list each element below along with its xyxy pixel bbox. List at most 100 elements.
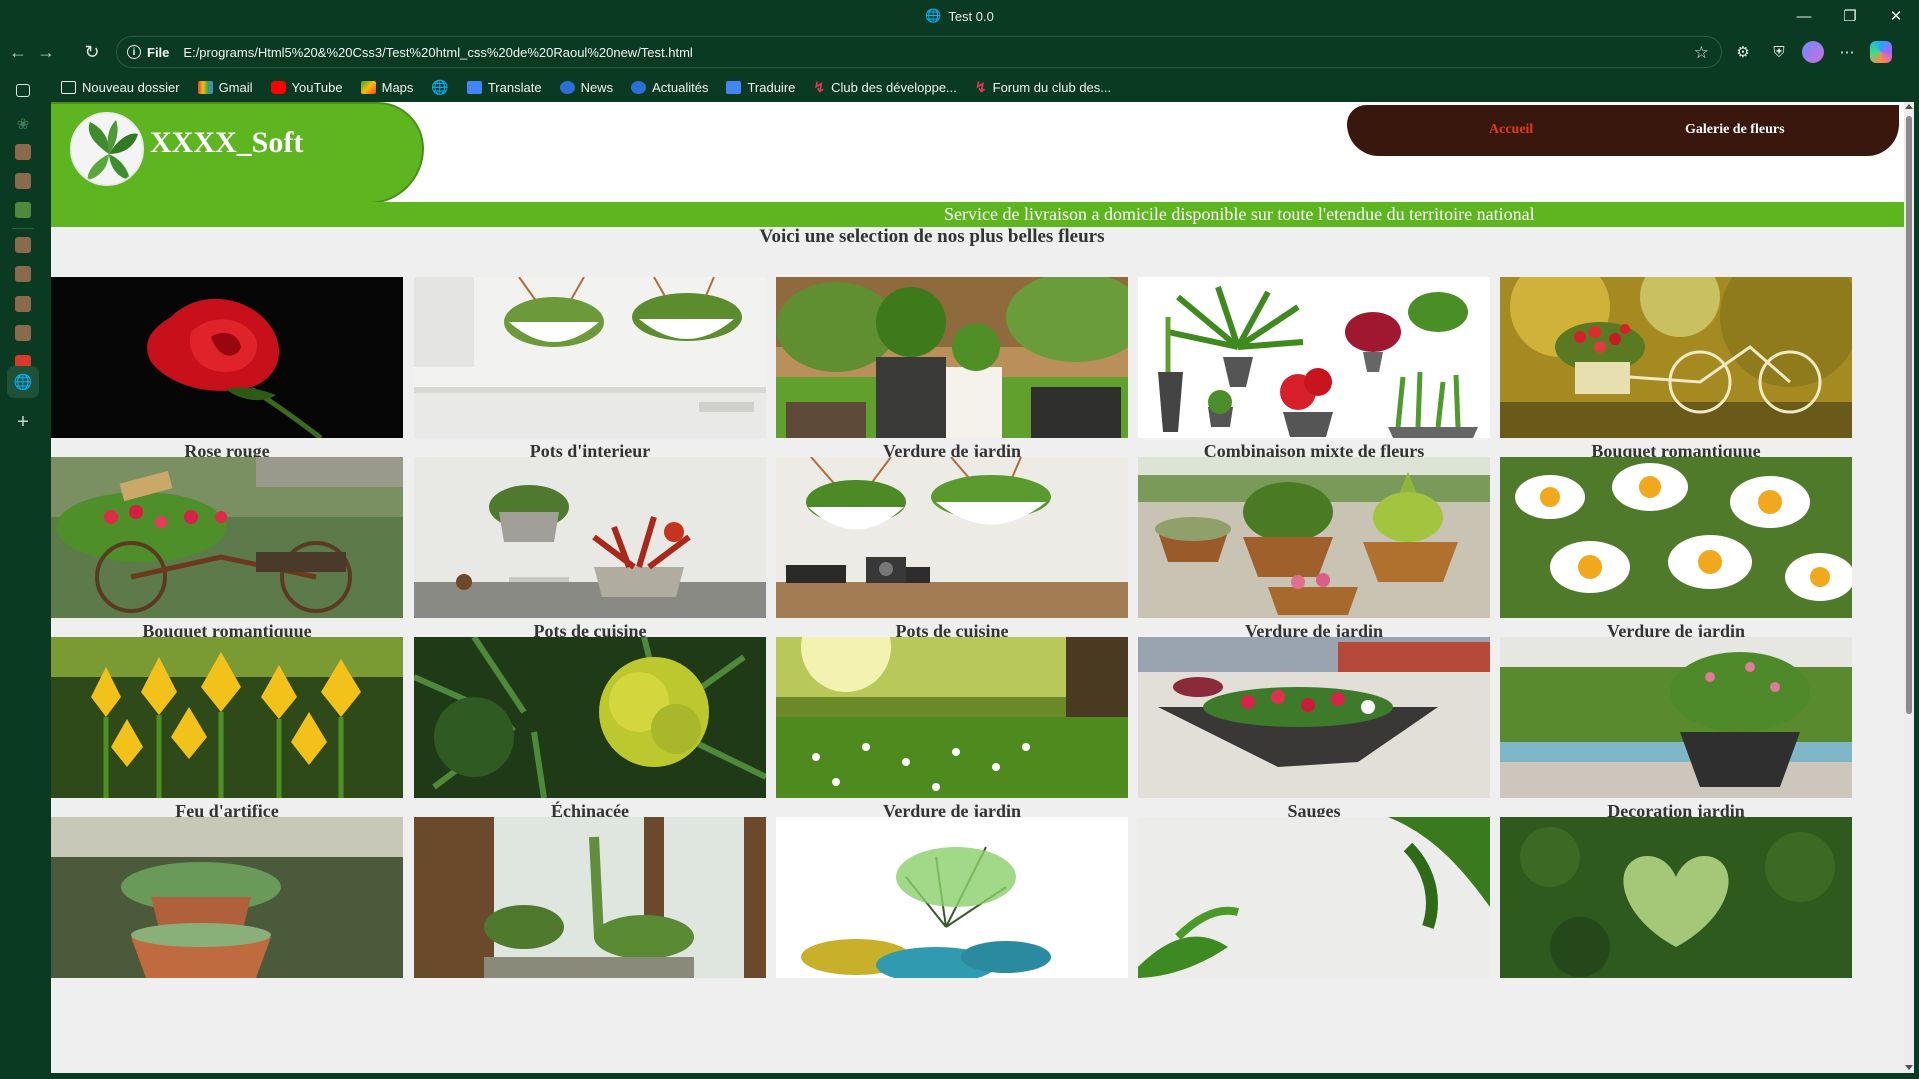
browser-titlebar: 🌐 Test 0.0 — ❐ ✕ [0,0,1919,32]
gallery-card[interactable]: Feu d'artifice [51,637,403,821]
scroll-down-icon[interactable] [1905,1065,1913,1070]
gallery-card[interactable]: Échinacée [414,637,766,821]
flower-image[interactable] [1138,817,1490,978]
flower-image[interactable] [51,457,403,618]
gallery-card[interactable] [1500,817,1852,997]
flower-image[interactable] [776,637,1128,798]
bookmark-item[interactable]: Actualités [622,72,717,102]
more-menu-icon[interactable]: ⋯ [1834,38,1860,66]
copilot-icon[interactable] [1870,41,1892,63]
bookmark-label: Gmail [218,79,253,95]
gallery-card[interactable]: Verdure de jardin [1500,457,1852,641]
bookmark-item[interactable]: ↯ Forum du club des... [966,72,1120,102]
gallery-card[interactable]: Combinaison mixte de fleurs [1138,277,1490,461]
app-icon[interactable] [13,294,33,314]
gallery-card[interactable] [414,817,766,997]
menu-item-galerie[interactable]: Galerie de fleurs [1685,122,1785,138]
bookmark-item[interactable]: Gmail [189,72,262,102]
gallery-card[interactable]: Pots d'interieur [414,277,766,461]
flower-image[interactable] [1500,277,1852,438]
restore-icon[interactable]: ❐ [1827,0,1873,32]
flower-image[interactable] [1138,457,1490,618]
flower-image[interactable] [776,277,1128,438]
flower-image[interactable] [1500,817,1852,978]
gallery-card[interactable]: Pots de cuisine [414,457,766,641]
flower-image[interactable] [1138,637,1490,798]
tabs-icon[interactable] [13,80,33,100]
bookmark-item[interactable]: Nouveau dossier [52,72,189,102]
gallery-card[interactable]: Bouquet romantiquue [1500,277,1852,461]
flower-image[interactable] [51,817,403,978]
app-icon[interactable] [13,200,33,220]
gallery-card[interactable]: Verdure de jardin [1138,457,1490,641]
flower-image[interactable] [51,637,403,798]
app-icon[interactable] [13,171,33,191]
flower-image[interactable] [414,637,766,798]
site-header: XXXX_Soft Accueil Galerie de fleurs [51,102,1904,204]
gallery-card[interactable] [1138,817,1490,997]
flower-image[interactable] [776,817,1128,978]
gallery-card[interactable]: Verdure de jardin [776,637,1128,821]
forward-icon[interactable]: → [32,38,60,66]
add-icon[interactable]: + [13,411,33,433]
scrollbar-thumb[interactable] [1906,116,1912,714]
refresh-icon[interactable]: ↻ [78,38,106,66]
brand-name: XXXX_Soft [150,126,304,159]
flower-image[interactable] [1138,277,1490,438]
globe-icon: 🌐 [925,8,942,23]
gallery-card[interactable] [51,817,403,997]
gallery-card[interactable]: Verdure de jardin [776,277,1128,461]
address-url[interactable]: E:/programs/Html5%20&%20Css3/Test%20html… [183,45,692,60]
gallery-card[interactable] [776,817,1128,997]
translate-icon [466,80,482,94]
flower-image[interactable] [414,457,766,618]
favorite-star-icon[interactable]: ☆ [1694,43,1709,63]
settings-icon[interactable]: ❀ [13,114,33,134]
gallery-card[interactable]: Bouquet romantiquue [51,457,403,641]
bookmark-item[interactable]: Traduire [717,72,804,102]
app-icon[interactable] [13,323,33,343]
bookmark-item[interactable]: 🌐 [422,72,457,102]
shield-icon[interactable]: ⛨ [1766,38,1792,66]
extensions-icon[interactable]: ⚙ [1730,38,1756,66]
app-icon[interactable] [13,142,33,162]
bookmark-item[interactable]: ↯ Club des développe... [804,72,966,102]
browser-navbar: ← → ↻ i File E:/programs/Html5%20&%20Css… [0,32,1919,72]
app-icon[interactable] [13,264,33,284]
close-icon[interactable]: ✕ [1873,0,1919,32]
menu-item-accueil[interactable]: Accueil [1489,122,1533,138]
gallery-card[interactable]: Pots de cuisine [776,457,1128,641]
globe-icon[interactable]: 🌐 [13,372,33,392]
address-bar[interactable]: i File E:/programs/Html5%20&%20Css3/Test… [116,36,1722,68]
address-protocol: File [147,44,170,60]
bookmark-item[interactable]: YouTube [262,72,352,102]
info-icon[interactable]: i [127,45,141,59]
flower-image[interactable] [414,277,766,438]
back-icon[interactable]: ← [4,38,32,66]
youtube-icon [270,80,286,94]
gallery-card[interactable]: Rose rouge [51,277,403,461]
news-icon [631,80,647,94]
app-icon[interactable] [13,235,33,255]
bookmark-item[interactable]: News [551,72,623,102]
flower-image[interactable] [1500,457,1852,618]
flower-image[interactable] [414,817,766,978]
logo-image[interactable] [70,112,144,186]
flower-image[interactable] [776,457,1128,618]
club-icon: ↯ [813,78,826,95]
profile-avatar[interactable] [1802,41,1824,63]
flower-image[interactable] [51,277,403,438]
minimize-icon[interactable]: — [1781,0,1827,32]
gallery-card[interactable]: Sauges [1138,637,1490,821]
bookmark-label: Translate [487,79,542,95]
flower-image[interactable] [1500,637,1852,798]
bookmark-item[interactable]: Translate [458,72,551,102]
page-scrollbar[interactable] [1904,102,1914,1073]
window-controls: — ❐ ✕ [1781,0,1919,32]
scroll-up-icon[interactable] [1905,104,1913,109]
delivery-ticker: Service de livraison a domicile disponib… [51,202,1904,227]
bookmark-item[interactable]: Maps [352,72,423,102]
ticker-text: Service de livraison a domicile disponib… [944,204,1535,224]
folder-icon [61,80,76,94]
gallery-card[interactable]: Decoration jardin [1500,637,1852,821]
